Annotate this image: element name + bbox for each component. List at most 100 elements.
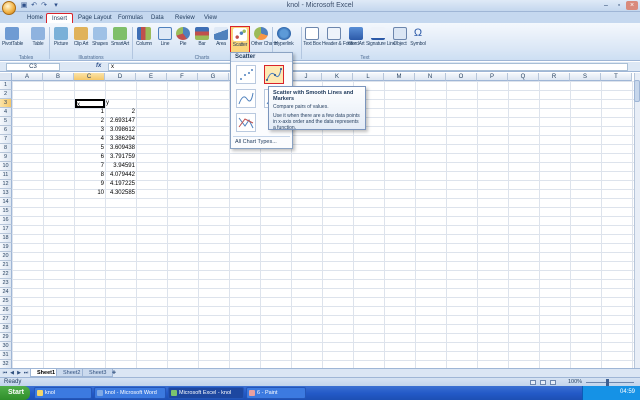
close-icon[interactable]: × xyxy=(626,1,638,10)
column-header-c[interactable]: C xyxy=(74,73,105,81)
prev-sheet-icon[interactable]: ◀ xyxy=(9,370,15,376)
column-header-f[interactable]: F xyxy=(167,73,198,81)
row-header-6[interactable]: 6 xyxy=(0,126,12,135)
vertical-scrollbar[interactable] xyxy=(634,73,640,368)
column-chart-button[interactable]: Column xyxy=(134,26,154,56)
cell-y-value[interactable]: 4.197225 xyxy=(106,180,136,189)
column-header-g[interactable]: G xyxy=(198,73,229,81)
quick-access-dropdown-icon[interactable]: ▾ xyxy=(52,2,60,10)
column-header-b[interactable]: B xyxy=(43,73,74,81)
undo-icon[interactable]: ↶ xyxy=(30,2,38,10)
taskbar-item-excel[interactable]: Microsoft Excel - knol xyxy=(168,387,244,399)
cell-y-value[interactable]: 4.079442 xyxy=(106,171,136,180)
row-header-32[interactable]: 32 xyxy=(0,360,12,368)
row-header-4[interactable]: 4 xyxy=(0,108,12,117)
row-header-19[interactable]: 19 xyxy=(0,243,12,252)
cell-x-value[interactable]: 10 xyxy=(75,189,105,198)
column-header-t[interactable]: T xyxy=(601,73,632,81)
row-header-15[interactable]: 15 xyxy=(0,207,12,216)
cell-y-value[interactable]: 3.386294 xyxy=(106,135,136,144)
symbol-button[interactable]: Ω Symbol xyxy=(408,26,428,56)
tab-formulas[interactable]: Formulas xyxy=(113,13,148,23)
all-chart-types-link[interactable]: All Chart Types... xyxy=(235,139,277,145)
cell-c3-header-x[interactable]: x xyxy=(75,99,105,108)
select-all-corner[interactable] xyxy=(0,73,12,81)
cell-y-value[interactable]: 4.302585 xyxy=(106,189,136,198)
row-header-14[interactable]: 14 xyxy=(0,198,12,207)
column-header-d[interactable]: D xyxy=(105,73,136,81)
row-header-11[interactable]: 11 xyxy=(0,171,12,180)
column-header-k[interactable]: K xyxy=(322,73,353,81)
smartart-button[interactable]: SmartArt xyxy=(110,26,130,56)
cell-y-value[interactable]: 3.94591 xyxy=(106,162,136,171)
row-header-9[interactable]: 9 xyxy=(0,153,12,162)
cell-d3-header-y[interactable]: y xyxy=(106,99,136,108)
row-header-5[interactable]: 5 xyxy=(0,117,12,126)
cell-y-value[interactable]: 2.693147 xyxy=(106,117,136,126)
object-button[interactable]: Object xyxy=(390,26,410,56)
vertical-scroll-thumb[interactable] xyxy=(634,80,640,102)
cell-x-value[interactable]: 9 xyxy=(75,180,105,189)
column-header-q[interactable]: Q xyxy=(508,73,539,81)
cell-y-value[interactable]: 3.791759 xyxy=(106,153,136,162)
row-header-2[interactable]: 2 xyxy=(0,90,12,99)
taskbar-item-word[interactable]: knol - Microsoft Word xyxy=(94,387,166,399)
zoom-level[interactable]: 100% xyxy=(568,379,582,385)
row-header-13[interactable]: 13 xyxy=(0,189,12,198)
first-sheet-icon[interactable]: ⏮ xyxy=(2,370,8,376)
formula-input[interactable]: x xyxy=(108,63,628,71)
tab-data[interactable]: Data xyxy=(146,13,169,23)
tab-review[interactable]: Review xyxy=(170,13,200,23)
signature-line-button[interactable]: Signature Line xyxy=(366,26,396,56)
shapes-button[interactable]: Shapes xyxy=(90,26,110,56)
row-header-27[interactable]: 27 xyxy=(0,315,12,324)
row-header-23[interactable]: 23 xyxy=(0,279,12,288)
column-header-a[interactable]: A xyxy=(12,73,43,81)
scatter-markers-only-option[interactable] xyxy=(236,65,256,84)
column-header-p[interactable]: P xyxy=(477,73,508,81)
tab-view[interactable]: View xyxy=(199,13,222,23)
row-header-24[interactable]: 24 xyxy=(0,288,12,297)
last-sheet-icon[interactable]: ⏭ xyxy=(23,370,29,376)
row-header-10[interactable]: 10 xyxy=(0,162,12,171)
scatter-smooth-lines-markers-option[interactable] xyxy=(264,65,284,84)
cell-y-value[interactable]: 3.098612 xyxy=(106,126,136,135)
pie-chart-button[interactable]: Pie xyxy=(173,26,193,56)
cell-y-value[interactable]: 3.609438 xyxy=(106,144,136,153)
clipart-button[interactable]: Clip Art xyxy=(71,26,91,56)
column-header-e[interactable]: E xyxy=(136,73,167,81)
cell-x-value[interactable]: 2 xyxy=(75,117,105,126)
insert-sheet-icon[interactable]: ✚ xyxy=(110,370,118,376)
row-header-16[interactable]: 16 xyxy=(0,216,12,225)
tab-home[interactable]: Home xyxy=(22,13,48,23)
row-header-7[interactable]: 7 xyxy=(0,135,12,144)
name-box[interactable]: C3 xyxy=(6,63,60,71)
column-header-m[interactable]: M xyxy=(384,73,415,81)
maximize-icon[interactable]: ▫ xyxy=(613,1,625,10)
fx-icon[interactable]: fx xyxy=(96,63,101,69)
column-header-s[interactable]: S xyxy=(570,73,601,81)
next-sheet-icon[interactable]: ▶ xyxy=(16,370,22,376)
textbox-button[interactable]: Text Box xyxy=(302,26,322,56)
scatter-smooth-lines-option[interactable] xyxy=(236,89,256,108)
taskbar-item-paint[interactable]: 6 - Paint xyxy=(246,387,306,399)
column-header-o[interactable]: O xyxy=(446,73,477,81)
table-button[interactable]: Table xyxy=(28,26,48,56)
wordart-button[interactable]: WordArt xyxy=(346,26,366,56)
cell-x-value[interactable]: 8 xyxy=(75,171,105,180)
cell-x-value[interactable]: 7 xyxy=(75,162,105,171)
row-header-28[interactable]: 28 xyxy=(0,324,12,333)
bar-chart-button[interactable]: Bar xyxy=(192,26,212,56)
minimize-icon[interactable]: – xyxy=(600,1,612,10)
tab-insert[interactable]: Insert xyxy=(46,13,74,23)
cell-x-value[interactable]: 1 xyxy=(75,108,105,117)
row-header-21[interactable]: 21 xyxy=(0,261,12,270)
cell-x-value[interactable]: 4 xyxy=(75,135,105,144)
column-header-r[interactable]: R xyxy=(539,73,570,81)
column-header-n[interactable]: N xyxy=(415,73,446,81)
zoom-slider[interactable] xyxy=(586,382,634,383)
start-button[interactable]: Start xyxy=(0,386,30,400)
picture-button[interactable]: Picture xyxy=(51,26,71,56)
row-header-25[interactable]: 25 xyxy=(0,297,12,306)
area-chart-button[interactable]: Area xyxy=(211,26,231,56)
